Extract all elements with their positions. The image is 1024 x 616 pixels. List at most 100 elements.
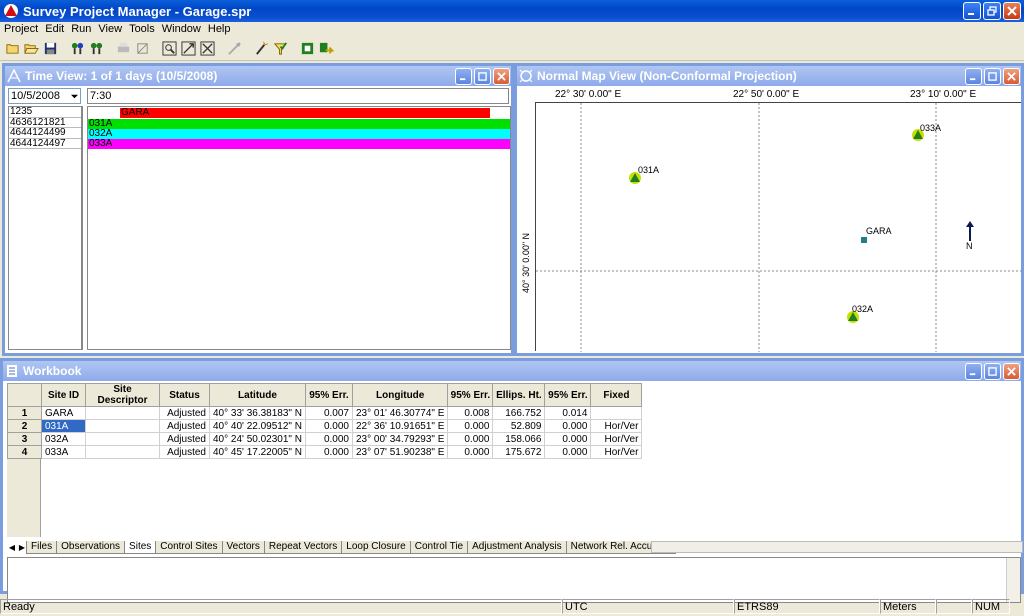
row-number[interactable]: 1 [7,406,42,420]
cell-status[interactable]: Adjusted [159,445,210,459]
cell-longitude[interactable]: 22° 36' 10.91651" E [351,419,449,433]
cell-site-id[interactable]: 033A [41,445,86,459]
cell-latitude[interactable]: 40° 24' 50.02301" N [209,432,306,446]
session-bar-031a[interactable]: 031A [88,119,510,129]
time-view-minimize-button[interactable] [455,67,472,85]
col-header-ht-err[interactable]: 95% Err. [544,383,592,407]
cell-ht-err[interactable]: 0.000 [544,419,592,433]
cell-lat-err[interactable]: 0.007 [304,406,353,420]
zoom-out-button[interactable] [198,39,217,58]
session-id[interactable]: 4644124499 [9,128,81,139]
col-header-lat-err[interactable]: 95% Err. [304,383,353,407]
cell-site-descriptor[interactable] [85,445,160,459]
adjust-button[interactable] [298,39,317,58]
restore-button[interactable] [983,2,1001,20]
workbook-minimize-button[interactable] [965,362,982,380]
col-header-ellips-ht[interactable]: Ellips. Ht. [492,383,546,407]
save-button[interactable] [41,39,60,58]
sites-button[interactable] [68,39,87,58]
cell-fixed[interactable]: Hor/Ver [590,432,643,446]
workbook-maximize-button[interactable] [984,362,1001,380]
time-view-close-button[interactable] [493,67,510,85]
cell-ellips-ht[interactable]: 158.066 [492,432,546,446]
session-bar-032a[interactable]: 032A [88,129,510,139]
cell-status[interactable]: Adjusted [159,419,210,433]
cell-lat-err[interactable]: 0.000 [304,445,353,459]
col-header-latitude[interactable]: Latitude [209,383,306,407]
menu-window[interactable]: Window [160,23,206,35]
minimize-button[interactable] [963,2,981,20]
cell-fixed[interactable]: Hor/Ver [590,419,643,433]
col-header-longitude[interactable]: Longitude [351,383,449,407]
cell-fixed[interactable]: Hor/Ver [590,445,643,459]
map-view-maximize-button[interactable] [984,67,1001,85]
cell-site-id[interactable]: 032A [41,432,86,446]
export-button[interactable] [317,39,336,58]
open-button[interactable] [22,39,41,58]
cell-site-id-selected[interactable]: 031A [41,419,86,433]
session-bar-gara[interactable]: GARA [120,108,490,118]
cell-lon-err[interactable]: 0.000 [447,419,494,433]
cell-lat-err[interactable]: 0.000 [304,419,353,433]
cell-status[interactable]: Adjusted [159,406,210,420]
cell-longitude[interactable]: 23° 01' 46.30774" E [351,406,449,420]
cell-ellips-ht[interactable]: 166.752 [492,406,546,420]
cell-longitude[interactable]: 23° 07' 51.90238" E [351,445,449,459]
tab-sites[interactable]: Sites [124,540,157,554]
cell-ht-err[interactable]: 0.000 [544,445,592,459]
menu-tools[interactable]: Tools [127,23,160,35]
new-button[interactable] [3,39,22,58]
table-row[interactable]: 4 033A Adjusted 40° 45' 17.22005" N 0.00… [7,445,643,459]
map-view-minimize-button[interactable] [965,67,982,85]
row-number-header[interactable] [7,383,42,407]
tab-repeat-vectors[interactable]: Repeat Vectors [263,540,343,554]
map-canvas-area[interactable]: 22° 30' 0.00" E 22° 50' 0.00" E 23° 10' … [517,86,1022,353]
cell-ellips-ht[interactable]: 52.809 [492,419,546,433]
site-marker-square[interactable] [861,237,867,243]
tab-vectors[interactable]: Vectors [221,540,265,554]
table-horizontal-scrollbar[interactable] [651,541,1023,553]
cell-site-descriptor[interactable] [85,419,160,433]
wand-button[interactable] [252,39,271,58]
tab-adjustment-analysis[interactable]: Adjustment Analysis [467,540,567,554]
cell-ellips-ht[interactable]: 175.672 [492,445,546,459]
zoom-in-button[interactable] [179,39,198,58]
workbook-close-button[interactable] [1003,362,1020,380]
menu-view[interactable]: View [96,23,127,35]
cell-longitude[interactable]: 23° 00' 34.79293" E [351,432,449,446]
cell-lon-err[interactable]: 0.008 [447,406,494,420]
row-number[interactable]: 2 [7,419,42,433]
date-select[interactable]: 10/5/2008 [8,88,81,104]
cell-site-descriptor[interactable] [85,432,160,446]
zoom-box-button[interactable] [160,39,179,58]
cell-site-descriptor[interactable] [85,406,160,420]
menu-help[interactable]: Help [206,23,236,35]
session-id[interactable]: 4644124497 [9,138,81,149]
cell-status[interactable]: Adjusted [159,432,210,446]
cell-lat-err[interactable]: 0.000 [304,432,353,446]
message-vertical-scrollbar[interactable] [1006,558,1020,602]
col-header-fixed[interactable]: Fixed [590,383,643,407]
col-header-lon-err[interactable]: 95% Err. [447,383,494,407]
tab-scroll-left-icon[interactable]: ◀ [7,541,17,553]
cell-ht-err[interactable]: 0.014 [544,406,592,420]
col-header-status[interactable]: Status [159,383,210,407]
tab-control-sites[interactable]: Control Sites [155,540,223,554]
tab-control-tie[interactable]: Control Tie [409,540,469,554]
cell-fixed[interactable] [590,406,643,420]
tab-loop-closure[interactable]: Loop Closure [341,540,411,554]
cell-latitude[interactable]: 40° 33' 36.38183" N [209,406,306,420]
session-bar-033a[interactable]: 033A [88,139,510,149]
tool-button[interactable] [133,39,152,58]
session-id[interactable]: 1235 [9,107,81,118]
col-header-site-id[interactable]: Site ID [41,383,86,407]
cell-ht-err[interactable]: 0.000 [544,432,592,446]
zoom-fit-button[interactable] [225,39,244,58]
sites-edit-button[interactable] [87,39,106,58]
cell-latitude[interactable]: 40° 45' 17.22005" N [209,445,306,459]
menu-edit[interactable]: Edit [43,23,69,35]
time-view-maximize-button[interactable] [474,67,491,85]
row-number[interactable]: 4 [7,445,42,459]
row-number[interactable]: 3 [7,432,42,446]
cell-site-id[interactable]: GARA [41,406,86,420]
